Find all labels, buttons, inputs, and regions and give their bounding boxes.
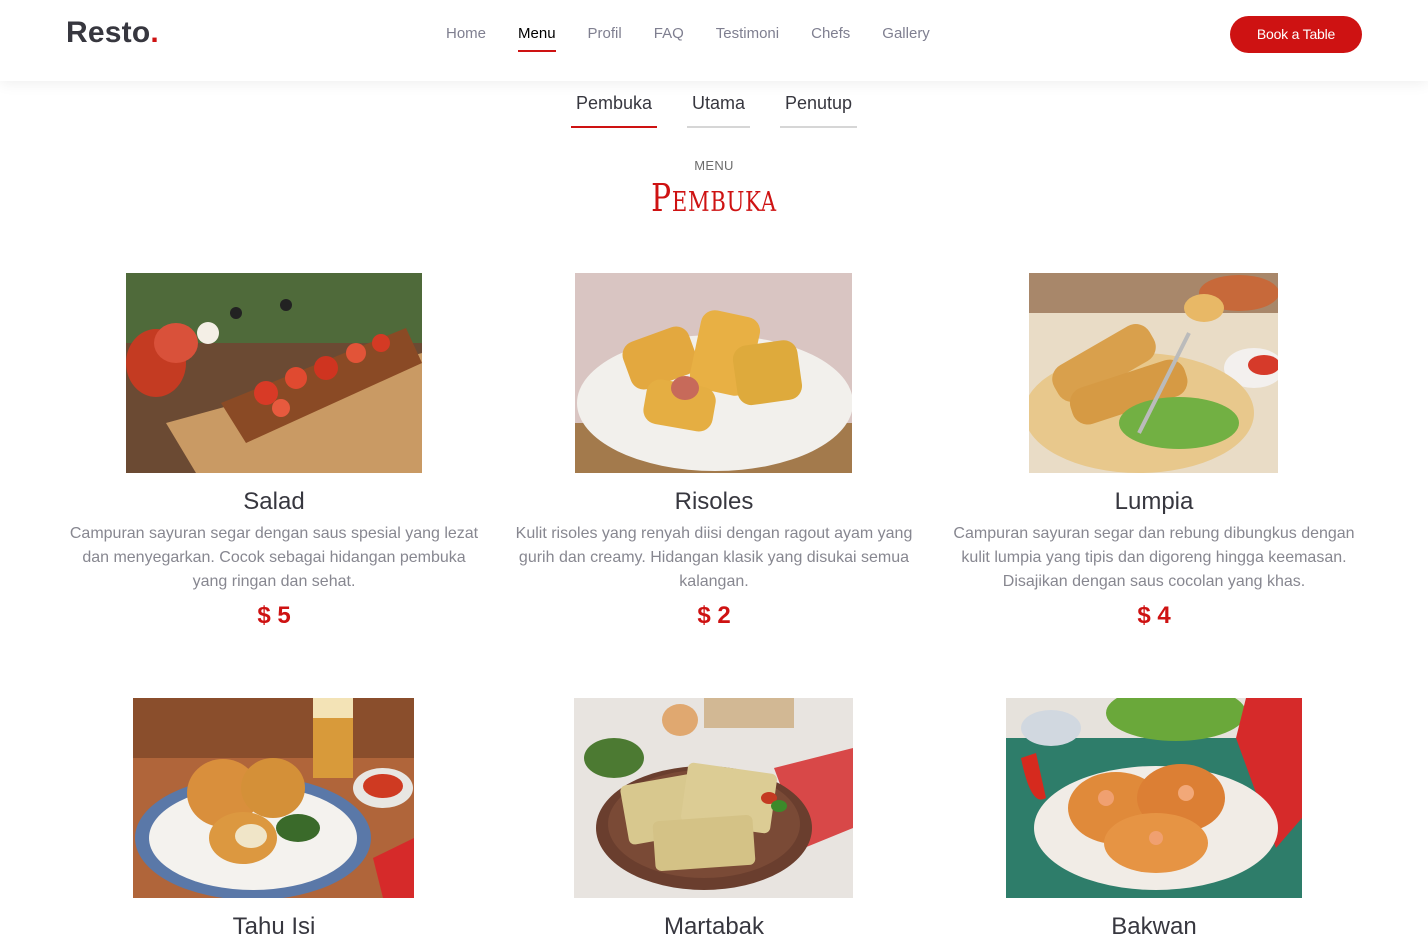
tab-pembuka[interactable]: Pembuka [570,86,657,128]
nav-item-testimoni[interactable]: Testimoni [700,0,795,68]
item-desc-risoles: Kulit risoles yang renyah diisi dengan r… [515,525,913,590]
nav-item-home[interactable]: Home [430,0,502,68]
item-name-risoles: Risoles [674,488,754,515]
food-image-tahu-isi[interactable] [133,698,414,898]
food-image-martabak[interactable] [574,698,853,898]
food-image-lumpia[interactable] [1029,273,1278,473]
food-image-bakwan[interactable] [1006,698,1302,898]
tab-penutup[interactable]: Penutup [780,86,858,128]
brand-logo[interactable]: Resto. [66,16,159,50]
section-subtitle: MENU [694,158,734,173]
nav-item-faq[interactable]: FAQ [638,0,700,68]
brand-dot: . [150,16,159,49]
item-price-salad: $ 5 [257,602,291,629]
nav-item-menu[interactable]: Menu [502,0,572,68]
item-desc-salad: Campuran sayuran segar dengan saus spesi… [69,525,479,590]
item-name-salad: Salad [243,488,305,515]
nav-item-chefs[interactable]: Chefs [795,0,866,68]
item-name-tahu-isi: Tahu Isi [232,913,316,940]
item-price-lumpia: $ 4 [1137,602,1171,629]
menu-category-tabs: Pembuka Utama Penutup [0,86,1428,128]
site-header: Resto. Home Menu Profil FAQ Testimoni Ch… [0,0,1428,81]
main-nav: Home Menu Profil FAQ Testimoni Chefs Gal… [430,0,946,81]
item-name-lumpia: Lumpia [1114,488,1194,515]
item-name-martabak: Martabak [663,913,765,940]
food-image-salad[interactable] [126,273,422,473]
book-table-button[interactable]: Book a Table [1230,16,1362,53]
brand-name: Resto [66,16,151,49]
item-name-bakwan: Bakwan [1111,913,1197,940]
food-image-risoles[interactable] [575,273,852,473]
section-title: Pembuka [651,176,777,220]
nav-item-gallery[interactable]: Gallery [866,0,946,68]
tab-utama[interactable]: Utama [686,86,750,128]
item-price-risoles: $ 2 [697,602,731,629]
nav-item-profil[interactable]: Profil [572,0,638,68]
item-desc-lumpia: Campuran sayuran segar dan rebung dibung… [953,525,1355,590]
